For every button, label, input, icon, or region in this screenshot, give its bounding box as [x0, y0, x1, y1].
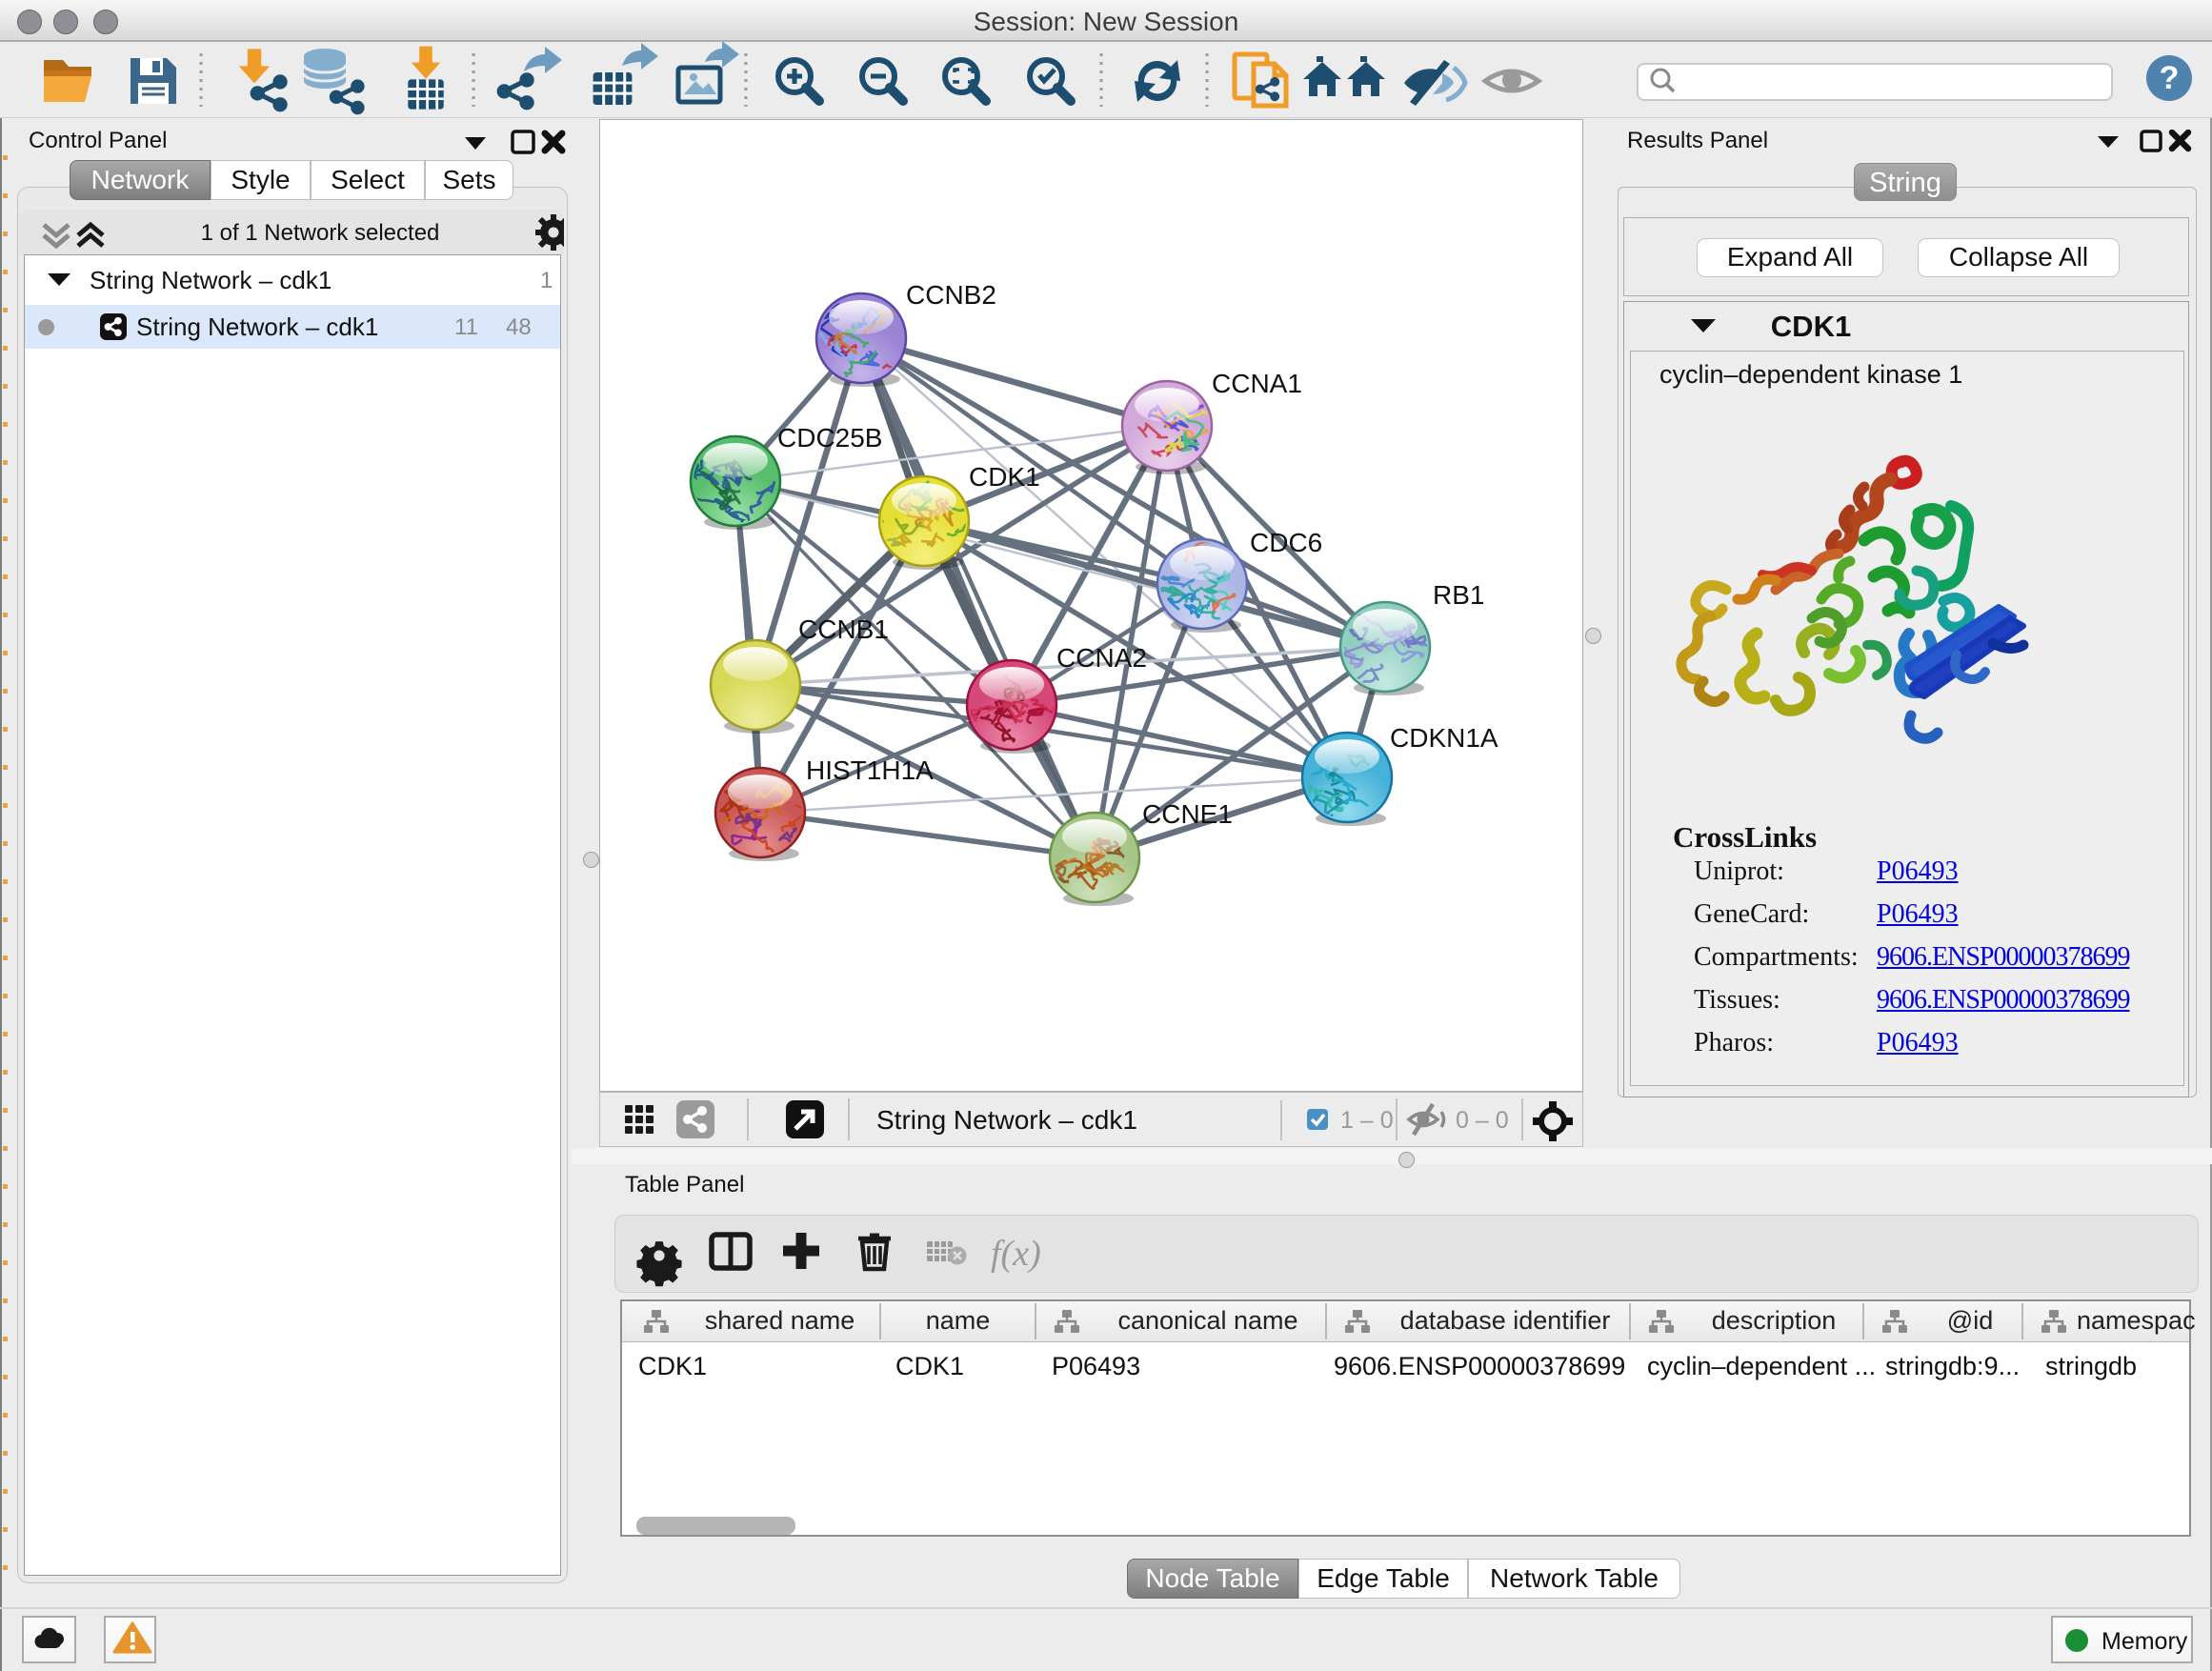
svg-text:CCNA2: CCNA2 [1056, 643, 1147, 673]
svg-text:CDKN1A: CDKN1A [1390, 723, 1498, 753]
svg-text:RB1: RB1 [1433, 580, 1484, 610]
svg-text:CCNE1: CCNE1 [1142, 799, 1233, 829]
svg-text:CCNB1: CCNB1 [798, 614, 889, 644]
svg-text:CDC25B: CDC25B [777, 423, 882, 453]
svg-text:CCNA1: CCNA1 [1212, 369, 1302, 398]
svg-text:HIST1H1A: HIST1H1A [806, 755, 934, 785]
svg-text:CDK1: CDK1 [969, 462, 1040, 492]
svg-text:f(x): f(x) [991, 1234, 1041, 1274]
svg-text:CDC6: CDC6 [1250, 528, 1322, 557]
svg-text:CCNB2: CCNB2 [906, 280, 996, 310]
